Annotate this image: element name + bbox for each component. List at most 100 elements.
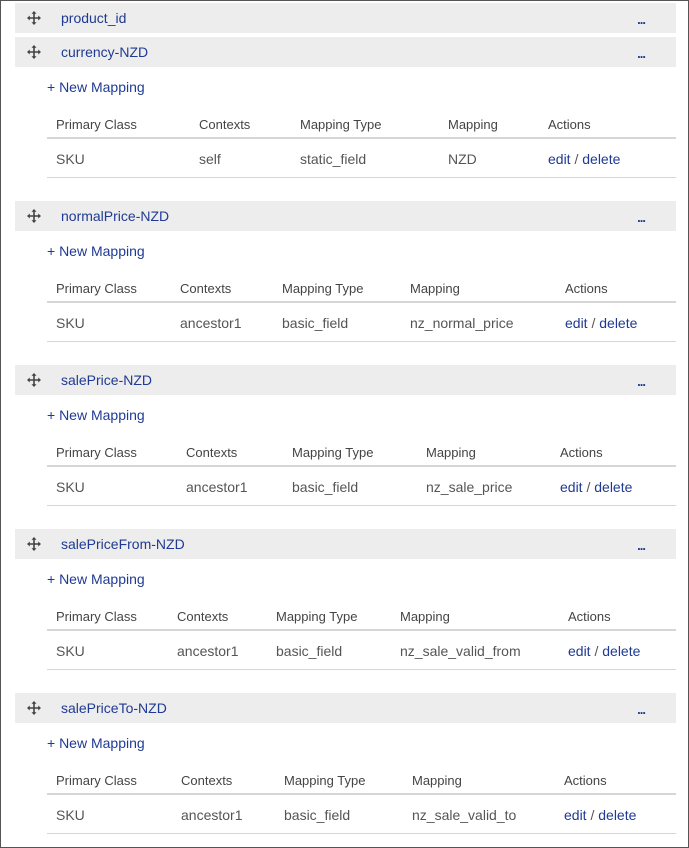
column-header-contexts: Contexts — [186, 445, 238, 460]
edit-link[interactable]: edit — [568, 643, 591, 659]
section-header-currency-nzd: currency-NZD ... — [15, 37, 676, 67]
section-header-salepriceto-nzd: salePriceTo-NZD ... — [15, 693, 676, 723]
column-header-mapping-type: Mapping Type — [282, 281, 364, 296]
cell-mapping-type: basic_field — [276, 643, 343, 659]
edit-link[interactable]: edit — [548, 151, 571, 167]
cell-primary-class: SKU — [56, 315, 85, 331]
column-header-contexts: Contexts — [177, 609, 229, 624]
table-header-row: Primary Class Contexts Mapping Type Mapp… — [47, 109, 676, 139]
table-row: SKU ancestor1 basic_field nz_normal_pric… — [47, 303, 676, 342]
new-mapping-link[interactable]: + New Mapping — [47, 243, 145, 259]
edit-link[interactable]: edit — [560, 479, 583, 495]
more-options-button[interactable]: ... — [637, 693, 646, 723]
cell-mapping: nz_sale_valid_from — [400, 643, 521, 659]
more-options-button[interactable]: ... — [637, 3, 646, 33]
section-title[interactable]: salePriceTo-NZD — [61, 693, 167, 723]
cell-contexts: self — [199, 151, 221, 167]
section-title[interactable]: currency-NZD — [61, 37, 148, 67]
column-header-actions: Actions — [548, 117, 591, 132]
cell-contexts: ancestor1 — [180, 315, 242, 331]
cell-mapping-type: basic_field — [282, 315, 349, 331]
delete-link[interactable]: delete — [598, 807, 636, 823]
column-header-mapping: Mapping — [400, 609, 450, 624]
delete-link[interactable]: delete — [582, 151, 620, 167]
table-header-row: Primary Class Contexts Mapping Type Mapp… — [47, 273, 676, 303]
move-icon[interactable] — [26, 372, 42, 388]
action-separator: / — [586, 479, 591, 495]
column-header-mapping: Mapping — [412, 773, 462, 788]
table-header-row: Primary Class Contexts Mapping Type Mapp… — [47, 765, 676, 795]
new-mapping-link[interactable]: + New Mapping — [47, 407, 145, 423]
section-header-product-id: product_id ... — [15, 3, 676, 33]
section-header-normalprice-nzd: normalPrice-NZD ... — [15, 201, 676, 231]
move-icon[interactable] — [26, 10, 42, 26]
table-row: SKU ancestor1 basic_field nz_sale_price … — [47, 467, 676, 506]
mapping-table: Primary Class Contexts Mapping Type Mapp… — [47, 437, 676, 506]
delete-link[interactable]: delete — [599, 315, 637, 331]
cell-mapping: nz_normal_price — [410, 315, 514, 331]
action-separator: / — [591, 315, 596, 331]
move-icon[interactable] — [26, 700, 42, 716]
mapping-table: Primary Class Contexts Mapping Type Mapp… — [47, 273, 676, 342]
section-header-saleprice-nzd: salePrice-NZD ... — [15, 365, 676, 395]
cell-contexts: ancestor1 — [177, 643, 239, 659]
cell-mapping-type: basic_field — [292, 479, 359, 495]
column-header-primary-class: Primary Class — [56, 609, 137, 624]
column-header-actions: Actions — [560, 445, 603, 460]
cell-mapping-type: static_field — [300, 151, 367, 167]
column-header-actions: Actions — [564, 773, 607, 788]
cell-actions: edit / delete — [548, 151, 620, 167]
move-icon[interactable] — [26, 44, 42, 60]
column-header-mapping-type: Mapping Type — [292, 445, 374, 460]
column-header-primary-class: Primary Class — [56, 117, 137, 132]
cell-primary-class: SKU — [56, 643, 85, 659]
action-separator: / — [590, 807, 595, 823]
cell-primary-class: SKU — [56, 151, 85, 167]
column-header-actions: Actions — [565, 281, 608, 296]
new-mapping-link[interactable]: + New Mapping — [47, 735, 145, 751]
cell-actions: edit / delete — [565, 315, 637, 331]
cell-primary-class: SKU — [56, 807, 85, 823]
delete-link[interactable]: delete — [602, 643, 640, 659]
cell-actions: edit / delete — [568, 643, 640, 659]
move-icon[interactable] — [26, 208, 42, 224]
column-header-mapping: Mapping — [410, 281, 460, 296]
new-mapping-link[interactable]: + New Mapping — [47, 571, 145, 587]
table-header-row: Primary Class Contexts Mapping Type Mapp… — [47, 437, 676, 467]
edit-link[interactable]: edit — [565, 315, 588, 331]
section-title[interactable]: normalPrice-NZD — [61, 201, 169, 231]
section-title[interactable]: salePriceFrom-NZD — [61, 529, 185, 559]
column-header-mapping-type: Mapping Type — [284, 773, 366, 788]
cell-actions: edit / delete — [564, 807, 636, 823]
column-header-primary-class: Primary Class — [56, 773, 137, 788]
new-mapping-link[interactable]: + New Mapping — [47, 79, 145, 95]
cell-contexts: ancestor1 — [186, 479, 248, 495]
table-row: SKU ancestor1 basic_field nz_sale_valid_… — [47, 795, 676, 834]
cell-contexts: ancestor1 — [181, 807, 243, 823]
edit-link[interactable]: edit — [564, 807, 587, 823]
more-options-button[interactable]: ... — [637, 201, 646, 231]
section-title[interactable]: salePrice-NZD — [61, 365, 152, 395]
cell-actions: edit / delete — [560, 479, 632, 495]
more-options-button[interactable]: ... — [637, 37, 646, 67]
action-separator: / — [574, 151, 579, 167]
cell-mapping-type: basic_field — [284, 807, 351, 823]
section-title[interactable]: product_id — [61, 3, 126, 33]
column-header-mapping: Mapping — [426, 445, 476, 460]
cell-primary-class: SKU — [56, 479, 85, 495]
table-row: SKU self static_field NZD edit / delete — [47, 139, 676, 178]
column-header-contexts: Contexts — [181, 773, 233, 788]
cell-mapping: nz_sale_valid_to — [412, 807, 517, 823]
column-header-primary-class: Primary Class — [56, 445, 137, 460]
delete-link[interactable]: delete — [594, 479, 632, 495]
column-header-mapping: Mapping — [448, 117, 498, 132]
column-header-mapping-type: Mapping Type — [300, 117, 382, 132]
column-header-mapping-type: Mapping Type — [276, 609, 358, 624]
more-options-button[interactable]: ... — [637, 365, 646, 395]
move-icon[interactable] — [26, 536, 42, 552]
more-options-button[interactable]: ... — [637, 529, 646, 559]
cell-mapping: NZD — [448, 151, 477, 167]
field-mapping-panel: product_id ... currency-NZD ... + New Ma… — [0, 0, 689, 848]
mapping-table: Primary Class Contexts Mapping Type Mapp… — [47, 765, 676, 834]
section-header-salepricefrom-nzd: salePriceFrom-NZD ... — [15, 529, 676, 559]
